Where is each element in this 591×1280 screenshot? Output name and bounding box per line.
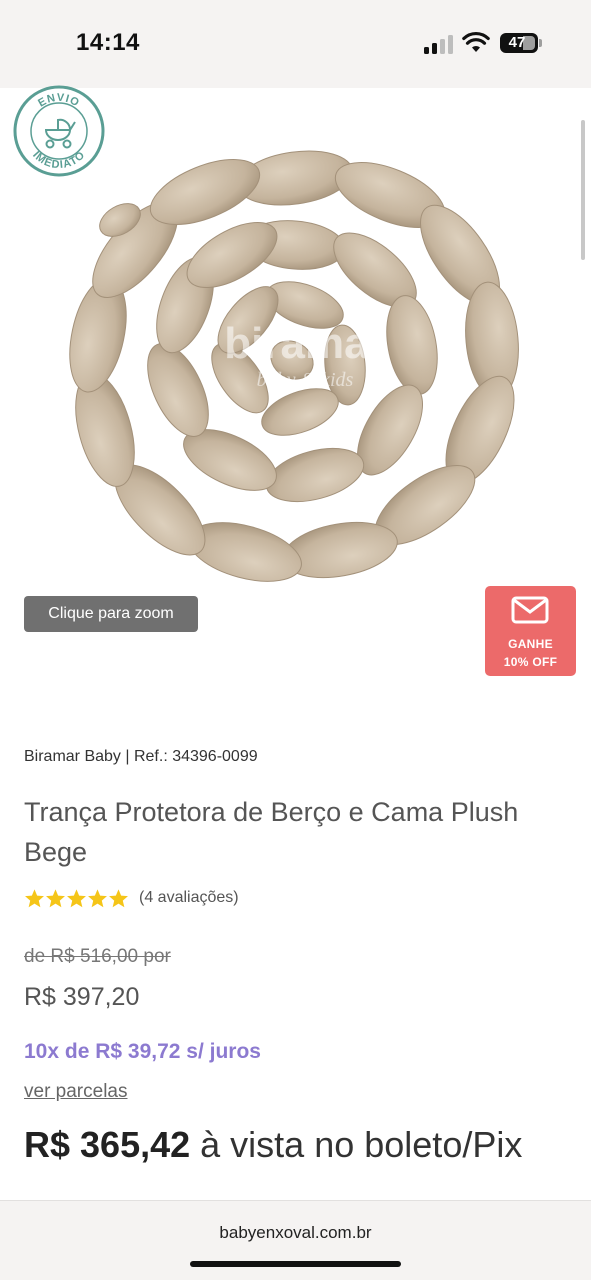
star-icon	[88, 888, 107, 907]
home-indicator[interactable]	[190, 1261, 401, 1267]
status-time: 14:14	[76, 29, 140, 56]
watermark-sub: baby & kids	[257, 369, 354, 391]
cash-price: R$ 365,42	[24, 1124, 191, 1165]
browser-url-bar[interactable]: babyenxoval.com.br	[0, 1200, 591, 1280]
mail-icon	[511, 596, 549, 624]
wifi-icon	[462, 31, 490, 52]
rating-count[interactable]: (4 avaliações)	[139, 889, 239, 907]
cash-price-suffix: à vista no boleto/Pix	[200, 1124, 523, 1165]
price: R$ 397,20	[24, 983, 140, 1011]
installments: 10x de R$ 39,72 s/ juros	[24, 1040, 261, 1063]
rating[interactable]: (4 avaliações)	[24, 886, 239, 910]
cash-price-line: R$ 365,42 à vista no boleto/Pix	[24, 1124, 522, 1166]
star-icon	[46, 888, 65, 907]
cellular-signal-icon	[424, 34, 454, 54]
old-price: de R$ 516,00 por	[24, 946, 171, 967]
watermark-main: biramar	[224, 319, 385, 368]
url-text[interactable]: babyenxoval.com.br	[0, 1223, 591, 1243]
promo-line2: 10% OFF	[503, 655, 558, 669]
battery-level: 47	[508, 34, 526, 51]
brand-reference: Biramar Baby | Ref.: 34396-0099	[24, 748, 258, 765]
rating-stars	[24, 888, 129, 909]
promo-line1: GANHE	[508, 637, 553, 651]
star-icon	[67, 888, 86, 907]
ver-parcelas-link[interactable]: ver parcelas	[24, 1081, 128, 1103]
scrollbar[interactable]	[581, 120, 585, 260]
battery-icon: 47	[500, 33, 538, 53]
product-title: Trança Protetora de Berço e Cama Plush B…	[24, 797, 519, 867]
product-image-braid-bumper[interactable]: biramar baby & kids	[60, 140, 530, 600]
star-icon	[109, 888, 128, 907]
discount-promo-button[interactable]: GANHE 10% OFF	[485, 586, 576, 676]
status-bar: 14:14 47	[0, 0, 591, 88]
star-icon	[25, 888, 44, 907]
zoom-button[interactable]: Clique para zoom	[24, 596, 198, 632]
